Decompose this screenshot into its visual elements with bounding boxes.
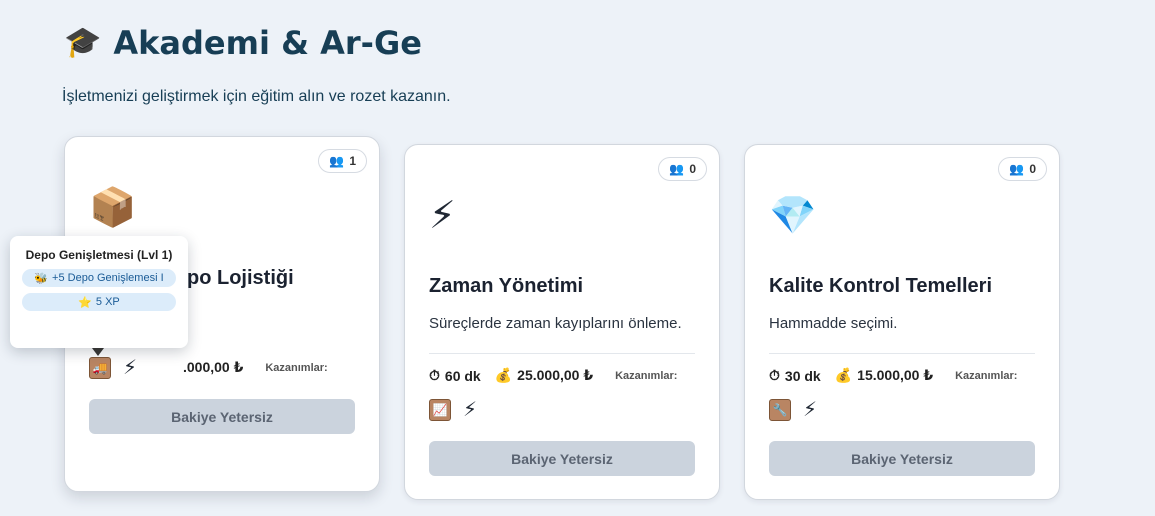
divider (429, 353, 695, 354)
course-stats: ⏱ 60 dk 💰 25.000,00 ₺ Kazanımlar: (429, 367, 695, 384)
tooltip-title: Depo Genişletmesi (Lvl 1) (25, 248, 173, 262)
people-icon: 👥 (329, 154, 345, 168)
course-description: Hammadde seçimi. (769, 315, 898, 332)
training-reward-icon[interactable]: 📈 (429, 399, 451, 421)
divider (769, 353, 1035, 354)
tooltip-xp-chip: ⭐ 5 XP (22, 293, 176, 311)
rewards-row: 🚚 ⚡ (89, 357, 137, 379)
insufficient-balance-button[interactable]: Bakiye Yetersiz (769, 441, 1035, 476)
warehouse-reward-icon[interactable]: 🚚 (89, 357, 111, 379)
money-bag-icon: 💰 (834, 367, 853, 383)
rewards-row: 📈 ⚡ (429, 399, 477, 421)
insufficient-balance-button[interactable]: Bakiye Yetersiz (89, 399, 355, 434)
stopwatch-icon: ⏱ (769, 367, 780, 383)
page-title-text: Akademi & Ar-Ge (113, 24, 422, 62)
course-card-kalite-kontrol[interactable]: 👥 0 💎 Kalite Kontrol Temelleri Hammadde … (744, 144, 1060, 500)
perk-icon: 🐝 (34, 272, 49, 285)
lightning-reward-icon[interactable]: ⚡ (123, 358, 137, 378)
earnings-label: Kazanımlar: (955, 369, 1018, 382)
lightning-reward-icon[interactable]: ⚡ (803, 400, 817, 420)
star-icon: ⭐ (78, 296, 92, 309)
reward-tooltip: Depo Genişletmesi (Lvl 1) 🐝 +5 Depo Geni… (10, 236, 188, 356)
graduation-cap-icon: 🎓 (64, 25, 102, 60)
course-description: Süreçlerde zaman kayıplarını önleme. (429, 315, 682, 332)
course-stats: ⏱ 30 dk 💰 15.000,00 ₺ Kazanımlar: (769, 367, 1035, 384)
duration-stat: ⏱ 60 dk (429, 367, 481, 384)
cost-stat: 💰 25.000,00 ₺ (494, 367, 594, 383)
lightning-icon: ⚡ (429, 195, 456, 237)
package-icon: 📦 (89, 187, 137, 229)
participants-badge: 👥 0 (658, 157, 707, 181)
page-subtitle: İşletmenizi geliştirmek için eğitim alın… (62, 88, 451, 105)
course-title: Kalite Kontrol Temelleri (769, 275, 993, 297)
quality-reward-icon[interactable]: 🔧 (769, 399, 791, 421)
course-card-zaman-yonetimi[interactable]: 👥 0 ⚡ Zaman Yönetimi Süreçlerde zaman ka… (404, 144, 720, 500)
page-title: 🎓 Akademi & Ar-Ge (64, 24, 422, 62)
earnings-label: Kazanımlar: (615, 369, 678, 382)
duration-stat: ⏱ 30 dk (769, 367, 821, 384)
stopwatch-icon: ⏱ (429, 367, 440, 383)
money-bag-icon: 💰 (494, 367, 513, 383)
course-title: po Lojistiği (187, 267, 294, 289)
participants-badge: 👥 0 (998, 157, 1047, 181)
diamond-icon: 💎 (769, 195, 817, 237)
cost-stat: 💰 15.000,00 ₺ (834, 367, 934, 383)
people-icon: 👥 (1009, 162, 1025, 176)
people-icon: 👥 (669, 162, 685, 176)
earnings-label: Kazanımlar: (265, 361, 328, 374)
insufficient-balance-button[interactable]: Bakiye Yetersiz (429, 441, 695, 476)
cost-stat: .000,00 ₺ (183, 359, 244, 375)
tooltip-perk-chip: 🐝 +5 Depo Genişlemesi I (22, 269, 176, 287)
participants-badge: 👥 1 (318, 149, 367, 173)
rewards-row: 🔧 ⚡ (769, 399, 817, 421)
course-title: Zaman Yönetimi (429, 275, 584, 297)
course-stats: .000,00 ₺ Kazanımlar: (183, 359, 355, 376)
lightning-reward-icon[interactable]: ⚡ (463, 400, 477, 420)
